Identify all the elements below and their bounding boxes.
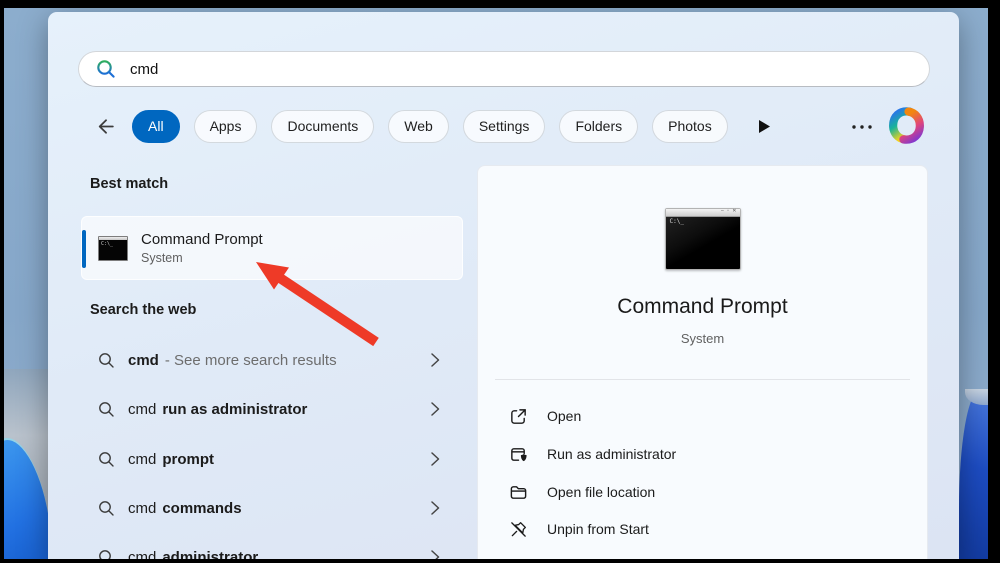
- back-button[interactable]: [92, 113, 118, 139]
- action-label: Open: [547, 408, 581, 424]
- wallpaper-bloom-left: [4, 369, 48, 559]
- action-label: Open file location: [547, 484, 655, 500]
- suggestion-query: cmd: [128, 451, 156, 468]
- admin-shield-icon: [509, 445, 528, 464]
- ellipsis-icon: [851, 123, 873, 131]
- preview-divider: [495, 379, 910, 380]
- preview-subtitle: System: [478, 331, 927, 346]
- best-match-result[interactable]: C:\_ Command Prompt System: [81, 216, 463, 280]
- search-bar: [78, 51, 930, 87]
- web-suggestion-row[interactable]: cmd run as administrator: [81, 387, 463, 431]
- action-label: Run as administrator: [547, 446, 676, 462]
- tab-folders[interactable]: Folders: [559, 110, 638, 143]
- wallpaper-bloom-right: [959, 391, 988, 559]
- tab-photos[interactable]: Photos: [652, 110, 728, 143]
- action-label: Unpin from Start: [547, 521, 649, 537]
- frame-edge-left: [0, 0, 4, 563]
- unpin-icon: [509, 520, 528, 539]
- web-suggestion-row[interactable]: cmd prompt: [81, 437, 463, 481]
- search-icon: [98, 352, 115, 369]
- tab-apps[interactable]: Apps: [194, 110, 258, 143]
- action-open[interactable]: Open: [495, 397, 910, 435]
- screenshot-frame: All Apps Documents Web Settings Folders …: [0, 0, 1000, 563]
- search-icon: [98, 500, 115, 517]
- search-icon: [95, 58, 117, 80]
- suggestion-query: cmd: [128, 500, 156, 517]
- chevron-right-icon: [429, 401, 441, 417]
- best-match-title: Command Prompt: [141, 231, 263, 248]
- action-unpin-from-start[interactable]: Unpin from Start: [495, 510, 910, 548]
- chevron-right-icon: [429, 500, 441, 516]
- action-open-file-location[interactable]: Open file location: [495, 473, 910, 511]
- tab-documents[interactable]: Documents: [271, 110, 374, 143]
- best-match-texts: Command Prompt System: [141, 231, 263, 265]
- suggestion-suffix: commands: [162, 500, 241, 517]
- suggestion-suffix: prompt: [162, 451, 214, 468]
- search-icon: [98, 451, 115, 468]
- search-input[interactable]: [128, 60, 828, 79]
- best-match-heading: Best match: [90, 176, 168, 192]
- frame-edge-right: [988, 0, 1000, 563]
- more-tabs-button[interactable]: [759, 120, 770, 133]
- options-menu-button[interactable]: [847, 114, 877, 140]
- folder-icon: [509, 483, 528, 502]
- frame-edge-bottom: [0, 559, 1000, 563]
- chevron-right-icon: [429, 451, 441, 467]
- suggestion-query: cmd: [128, 352, 159, 369]
- search-the-web-heading: Search the web: [90, 302, 196, 318]
- web-suggestion-row[interactable]: cmd - See more search results: [81, 338, 463, 382]
- preview-title: Command Prompt: [478, 295, 927, 319]
- copilot-icon: [888, 107, 925, 144]
- command-prompt-icon-large: C:\_: [665, 208, 741, 270]
- copilot-button[interactable]: [888, 107, 925, 149]
- cmd-glyph: C:\_: [670, 218, 684, 225]
- back-arrow-icon: [95, 116, 116, 137]
- tab-settings[interactable]: Settings: [463, 110, 546, 143]
- cmd-glyph: C:\_: [101, 241, 113, 247]
- best-match-subtitle: System: [141, 251, 263, 265]
- filter-tab-row: All Apps Documents Web Settings Folders …: [92, 109, 770, 143]
- insert-suggestion-button[interactable]: [429, 352, 441, 368]
- chevron-right-icon: [429, 352, 441, 368]
- result-preview-panel: C:\_ Command Prompt System Open Run as a…: [477, 165, 928, 563]
- insert-suggestion-button[interactable]: [429, 451, 441, 467]
- insert-suggestion-button[interactable]: [429, 401, 441, 417]
- suggestion-suffix: - See more search results: [165, 352, 337, 369]
- action-run-as-administrator[interactable]: Run as administrator: [495, 435, 910, 473]
- play-triangle-icon: [759, 120, 770, 133]
- insert-suggestion-button[interactable]: [429, 500, 441, 516]
- suggestion-query: cmd: [128, 401, 156, 418]
- tab-web[interactable]: Web: [388, 110, 449, 143]
- open-icon: [509, 407, 528, 426]
- web-suggestion-row[interactable]: cmd commands: [81, 486, 463, 530]
- frame-edge-top: [0, 0, 1000, 8]
- tab-all[interactable]: All: [132, 110, 180, 143]
- command-prompt-icon: C:\_: [98, 236, 128, 261]
- search-icon: [98, 401, 115, 418]
- suggestion-suffix: run as administrator: [162, 401, 307, 418]
